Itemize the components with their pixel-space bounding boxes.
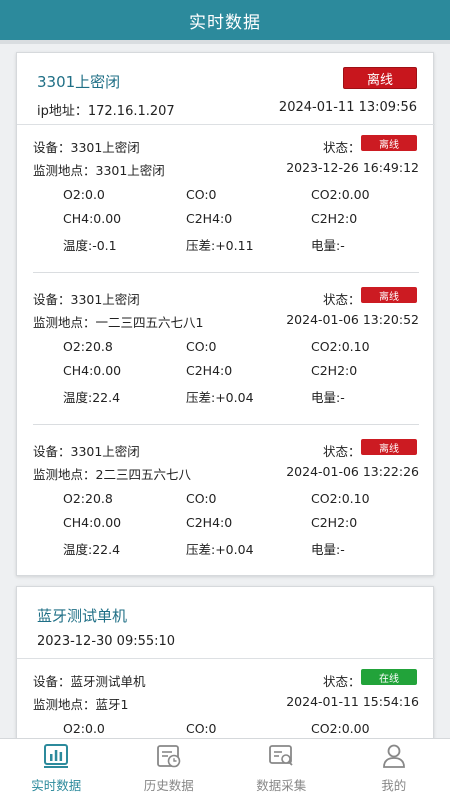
nav-label: 历史数据 xyxy=(143,778,194,793)
station-time: 2024-01-11 13:09:56 xyxy=(278,100,417,115)
device-divider xyxy=(33,576,419,577)
device-status-label: 状态： xyxy=(323,140,361,155)
device-status-badge: 离线 xyxy=(361,287,417,303)
station-title: 蓝牙测试单机 xyxy=(37,607,128,625)
device-name: 设备：3301上密闭 xyxy=(33,292,140,307)
reading-co2: CO2:0.10 xyxy=(311,339,370,354)
user-icon xyxy=(382,744,405,768)
reading-pressure-diff: 压差:+0.04 xyxy=(186,390,254,405)
device-name: 设备：3301上密闭 xyxy=(33,444,140,459)
station-status-button[interactable]: 离线 xyxy=(343,67,417,89)
bar-chart-icon xyxy=(44,744,69,768)
station-title: 3301上密闭 xyxy=(37,73,121,91)
reading-c2h2: C2H2:0 xyxy=(311,211,358,226)
nav-label: 数据采集 xyxy=(256,778,307,793)
device-time: 2023-12-26 16:49:12 xyxy=(286,160,419,175)
data-collect-icon xyxy=(269,745,293,766)
reading-o2: O2:0.0 xyxy=(63,721,105,736)
nav-label: 实时数据 xyxy=(31,778,82,793)
reading-co2: CO2:0.00 xyxy=(311,187,370,202)
reading-co: CO:0 xyxy=(186,491,217,506)
reading-pressure-diff: 压差:+0.11 xyxy=(186,238,254,253)
device-status-label: 状态： xyxy=(323,444,361,459)
reading-co2: CO2:0.00 xyxy=(311,721,370,736)
device-time: 2024-01-06 13:22:26 xyxy=(286,464,419,479)
reading-co2: CO2:0.10 xyxy=(311,491,370,506)
reading-c2h2: C2H2:0 xyxy=(311,515,358,530)
reading-c2h2: C2H2:0 xyxy=(311,363,358,378)
nav-realtime-data[interactable]: 实时数据 xyxy=(0,739,113,800)
nav-mine[interactable]: 我的 xyxy=(338,739,450,800)
station-card[interactable]: 蓝牙测试单机 2023-12-30 09:55:10 设备：蓝牙测试单机 状态：… xyxy=(16,586,435,738)
station-ip: ip地址：172.16.1.207 xyxy=(37,104,175,119)
device-status-label: 状态： xyxy=(323,292,361,307)
reading-ch4: CH4:0.00 xyxy=(63,515,122,530)
device-location: 监测地点：蓝牙1 xyxy=(33,697,129,712)
nav-data-collection[interactable]: 数据采集 xyxy=(225,739,338,800)
card-divider xyxy=(17,124,435,125)
nav-history-data[interactable]: 历史数据 xyxy=(113,739,226,800)
device-location: 监测地点：一二三四五六七八1 xyxy=(33,315,204,330)
reading-o2: O2:20.8 xyxy=(63,339,113,354)
reading-ch4: CH4:0.00 xyxy=(63,363,122,378)
reading-co: CO:0 xyxy=(186,187,217,202)
reading-temperature: 温度:-0.1 xyxy=(63,238,117,253)
device-status-label: 状态： xyxy=(323,674,361,689)
reading-temperature: 温度:22.4 xyxy=(63,390,121,405)
reading-c2h4: C2H4:0 xyxy=(186,363,233,378)
reading-temperature: 温度:22.4 xyxy=(63,542,121,557)
device-status-badge: 在线 xyxy=(361,669,417,685)
reading-o2: O2:0.0 xyxy=(63,187,105,202)
device-status-badge: 离线 xyxy=(361,439,417,455)
reading-c2h4: C2H4:0 xyxy=(186,211,233,226)
device-location: 监测地点：3301上密闭 xyxy=(33,163,165,178)
page-title: 实时数据 xyxy=(189,12,261,33)
reading-battery: 电量:- xyxy=(311,390,345,405)
device-time: 2024-01-06 13:20:52 xyxy=(286,312,419,327)
reading-ch4: CH4:0.00 xyxy=(63,211,122,226)
reading-pressure-diff: 压差:+0.04 xyxy=(186,542,254,557)
device-divider xyxy=(33,424,419,425)
reading-co: CO:0 xyxy=(186,721,217,736)
reading-co: CO:0 xyxy=(186,339,217,354)
device-item[interactable]: 设备：蓝牙测试单机 状态： 在线 监测地点：蓝牙1 2024-01-11 15:… xyxy=(33,667,419,738)
device-item[interactable]: 设备：3301上密闭 状态： 离线 监测地点：2二三四五六七八 2024-01-… xyxy=(33,437,419,577)
header-bar: 实时数据 xyxy=(0,0,450,40)
device-divider xyxy=(33,272,419,273)
reading-c2h4: C2H4:0 xyxy=(186,515,233,530)
device-name: 设备：3301上密闭 xyxy=(33,140,140,155)
device-item[interactable]: 设备：3301上密闭 状态： 离线 监测地点：3301上密闭 2023-12-2… xyxy=(33,133,419,273)
content-scroll-area[interactable]: 3301上密闭 离线 ip地址：172.16.1.207 2024-01-11 … xyxy=(0,44,450,738)
history-icon xyxy=(156,745,181,768)
device-location: 监测地点：2二三四五六七八 xyxy=(33,467,191,482)
bottom-nav: 实时数据 历史数据 数据采集 我的 xyxy=(0,738,450,800)
nav-label: 我的 xyxy=(381,778,407,793)
reading-o2: O2:20.8 xyxy=(63,491,113,506)
device-item[interactable]: 设备：3301上密闭 状态： 离线 监测地点：一二三四五六七八1 2024-01… xyxy=(33,285,419,425)
reading-battery: 电量:- xyxy=(311,238,345,253)
device-status-badge: 离线 xyxy=(361,135,417,151)
card-divider xyxy=(17,658,435,659)
reading-battery: 电量:- xyxy=(311,542,345,557)
station-time: 2023-12-30 09:55:10 xyxy=(37,634,176,649)
device-name: 设备：蓝牙测试单机 xyxy=(33,674,146,689)
device-time: 2024-01-11 15:54:16 xyxy=(286,694,419,709)
station-card[interactable]: 3301上密闭 离线 ip地址：172.16.1.207 2024-01-11 … xyxy=(16,52,435,577)
